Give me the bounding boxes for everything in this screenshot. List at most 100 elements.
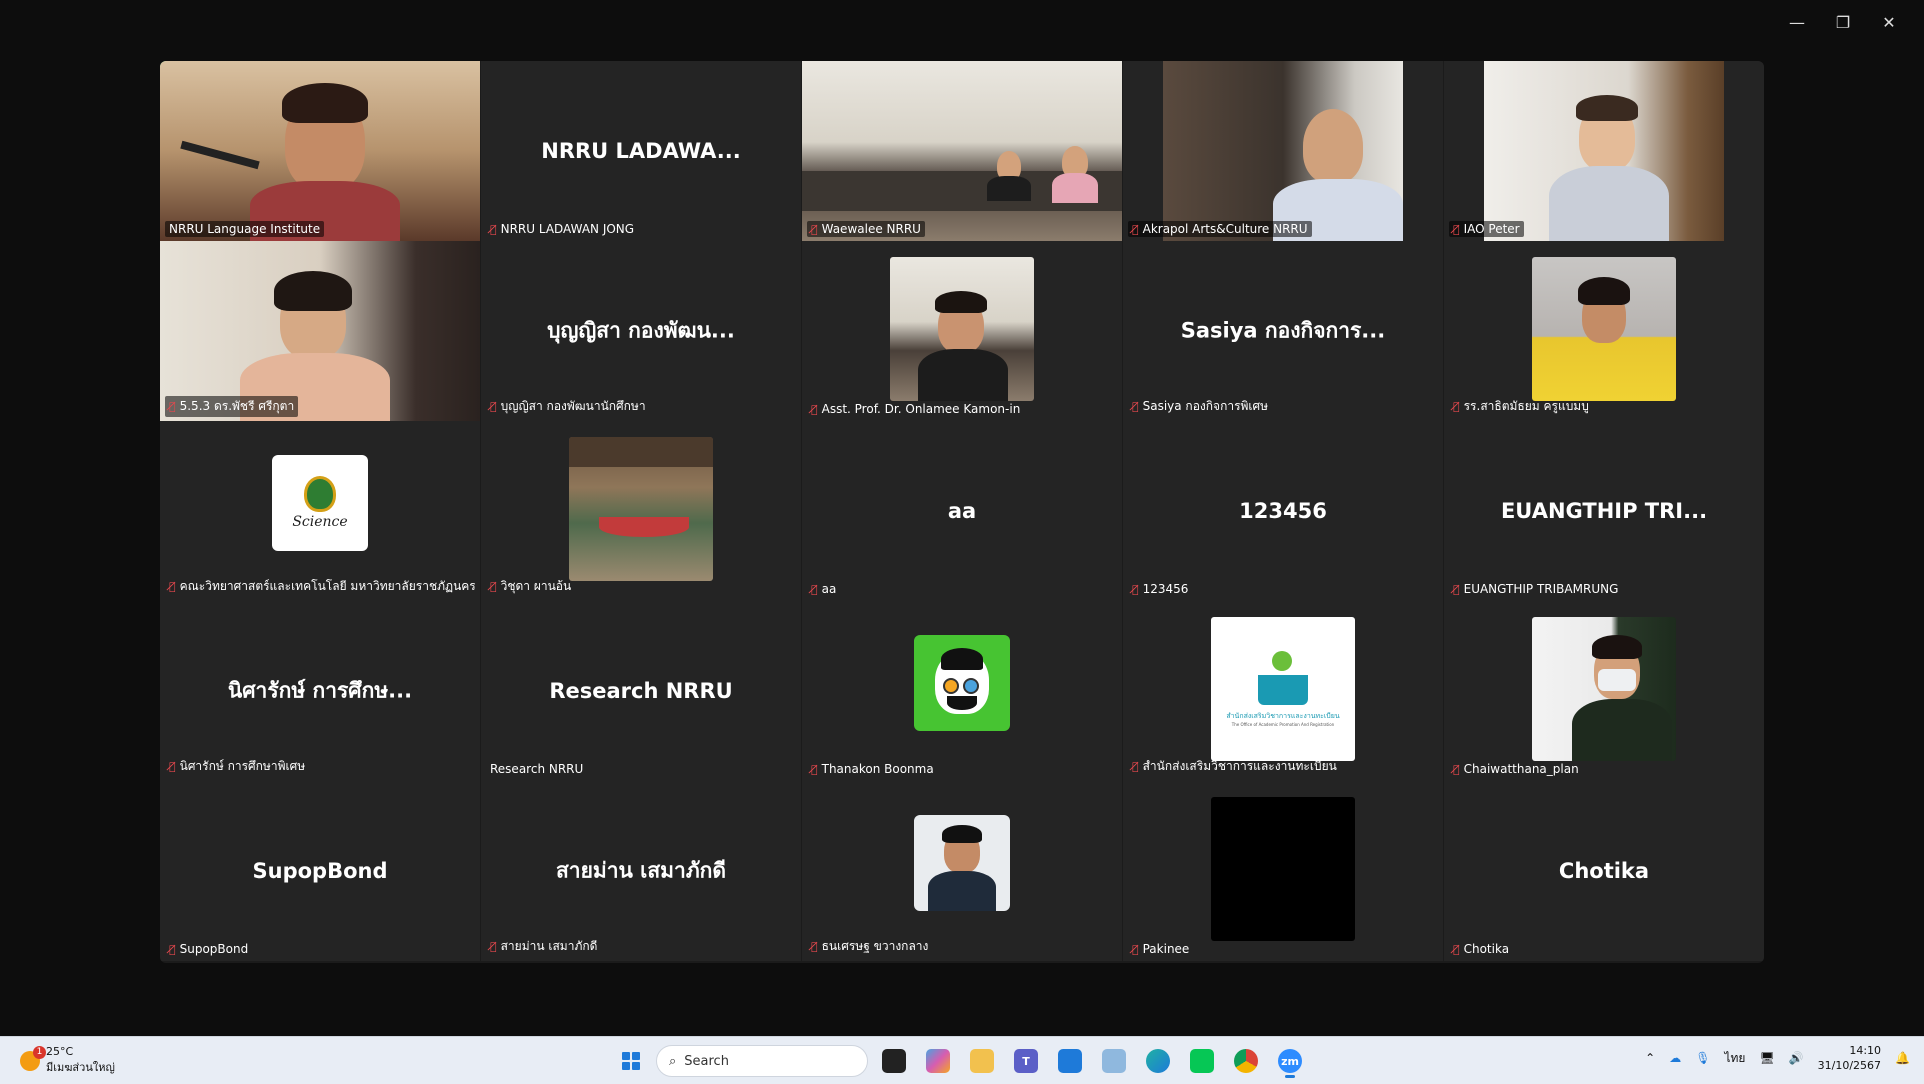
mic-muted-icon: 🎙̸ <box>1453 400 1460 413</box>
participant-display-name: EUANGTHIP TRI... <box>1500 499 1708 523</box>
mic-muted-icon: 🎙̸ <box>1453 942 1460 956</box>
participant-tile[interactable]: 🎙̸ Thanakon Boonma <box>802 601 1122 781</box>
participant-display-name: สายม่าน เสมาภักดี <box>555 858 727 883</box>
chevron-up-icon[interactable]: ⌃ <box>1645 1051 1655 1065</box>
task-view-icon <box>882 1049 906 1073</box>
window-controls: — ❐ ✕ <box>1774 10 1912 34</box>
participant-tile[interactable]: Chotika 🎙̸ Chotika <box>1444 781 1764 961</box>
mic-muted-icon: 🎙̸ <box>1132 942 1139 956</box>
participant-tile[interactable]: Research NRRU Research NRRU <box>481 601 801 781</box>
participant-name: 🎙̸ Akrapol Arts&Culture NRRU <box>1128 221 1312 237</box>
participant-display-name: SupopBond <box>252 859 388 883</box>
participant-tile[interactable]: 🎙̸ Pakinee <box>1123 781 1443 961</box>
language-indicator[interactable]: ไทย <box>1724 1049 1745 1068</box>
chrome-button[interactable] <box>1228 1043 1264 1079</box>
participant-tile[interactable]: 🎙̸ รร.สาธิตมัธยม ครูแบมบู <box>1444 241 1764 421</box>
cloud-icon[interactable]: ☁ <box>1669 1051 1681 1065</box>
participant-name: 🎙̸ NRRU LADAWAN JONG <box>490 222 635 236</box>
participant-video <box>802 61 1122 241</box>
network-icon[interactable]: 🖥 <box>1759 1051 1774 1065</box>
participant-tile[interactable]: 123456 🎙̸ 123456 <box>1123 421 1443 601</box>
system-tray: ⌃ ☁ 🎙 ไทย 🖥 🔊 14:10 31/10/2567 🔔 <box>1645 1043 1910 1073</box>
line-button[interactable] <box>1184 1043 1220 1079</box>
mic-muted-icon: 🎙̸ <box>811 222 818 236</box>
participant-name: 🎙̸ บุญญิสา กองพัฒนานักศึกษา <box>490 399 646 413</box>
taskbar-apps: ⌕ Search T zm <box>614 1043 1308 1079</box>
participant-display-name: บุญญิสา กองพัฒน... <box>547 318 735 343</box>
mic-muted-icon: 🎙̸ <box>1132 222 1139 236</box>
mic-muted-icon: 🎙̸ <box>1453 582 1460 596</box>
participant-tile[interactable]: 🎙̸ วิชุดา ผานอ้น <box>481 421 801 601</box>
mic-muted-icon: 🎙̸ <box>490 222 497 236</box>
faculty-logo: Science <box>272 455 368 551</box>
participant-name: 🎙̸ Sasiya กองกิจการพิเศษ <box>1132 399 1269 413</box>
participant-tile[interactable]: EUANGTHIP TRI... 🎙̸ EUANGTHIP TRIBAMRUNG <box>1444 421 1764 601</box>
copilot-button[interactable] <box>920 1043 956 1079</box>
close-button[interactable]: ✕ <box>1866 10 1912 34</box>
participant-tile[interactable]: 🎙̸ Chaiwatthana_plan <box>1444 601 1764 781</box>
restore-button[interactable]: ❐ <box>1820 10 1866 34</box>
participant-name: 🎙̸ Chotika <box>1453 942 1510 956</box>
mic-muted-icon: 🎙̸ <box>1132 400 1139 413</box>
teams-button[interactable]: T <box>1008 1043 1044 1079</box>
participant-name: 🎙̸ สายม่าน เสมาภักดี <box>490 939 598 953</box>
mic-muted-icon: 🎙̸ <box>169 760 176 773</box>
file-explorer-button[interactable] <box>964 1043 1000 1079</box>
participant-display-name: Research NRRU <box>549 679 733 703</box>
start-button[interactable] <box>614 1044 648 1078</box>
minimize-button[interactable]: — <box>1774 10 1820 34</box>
participant-tile[interactable]: 🎙̸ IAO Peter <box>1444 61 1764 241</box>
participant-name: 🎙̸ ธนเศรษฐ ขวางกลาง <box>811 939 929 953</box>
participant-display-name: aa <box>947 499 977 523</box>
participant-name: 🎙̸ Asst. Prof. Dr. Onlamee Kamon-in <box>811 402 1021 416</box>
mic-muted-icon: 🎙̸ <box>811 402 818 416</box>
weather-widget[interactable]: 1 25°C มีเมฆส่วนใหญ่ <box>20 1045 115 1076</box>
seal-icon <box>304 476 336 512</box>
search-box[interactable]: ⌕ Search <box>656 1045 868 1077</box>
participant-tile[interactable]: Science 🎙̸ คณะวิทยาศาสตร์และเทคโนโลยี มหา… <box>160 421 480 601</box>
task-view-button[interactable] <box>876 1043 912 1079</box>
participant-tile[interactable]: 🎙̸ 5.5.3 ดร.พัชรี ศรีกุตา <box>160 241 480 421</box>
volume-icon[interactable]: 🔊 <box>1789 1051 1804 1065</box>
participant-tile[interactable]: 🎙̸ Akrapol Arts&Culture NRRU <box>1123 61 1443 241</box>
participant-name: 🎙̸ คณะวิทยาศาสตร์และเทคโนโลยี มหาวิทยาลัย… <box>169 579 475 593</box>
participant-tile[interactable]: NRRU LADAWA... 🎙̸ NRRU LADAWAN JONG <box>481 61 801 241</box>
gallery-grid: NRRU Language Institute NRRU LADAWA... 🎙… <box>160 61 1764 963</box>
clock[interactable]: 14:10 31/10/2567 <box>1818 1043 1881 1073</box>
participant-tile[interactable]: aa 🎙̸ aa <box>802 421 1122 601</box>
participant-tile[interactable]: นิศารักษ์ การศึกษ... 🎙̸ นิศารักษ์ การศึกษ… <box>160 601 480 781</box>
participant-tile[interactable]: สายม่าน เสมาภักดี 🎙̸ สายม่าน เสมาภักดี <box>481 781 801 961</box>
participant-tile[interactable]: Sasiya กองกิจการ... 🎙̸ Sasiya กองกิจการพิ… <box>1123 241 1443 421</box>
store-button[interactable] <box>1052 1043 1088 1079</box>
line-icon <box>1190 1049 1214 1073</box>
participant-name: 🎙̸ EUANGTHIP TRIBAMRUNG <box>1453 582 1619 596</box>
participant-name: 🎙̸ 5.5.3 ดร.พัชรี ศรีกุตา <box>165 396 299 417</box>
store-icon <box>1058 1049 1082 1073</box>
microphone-icon[interactable]: 🎙 <box>1695 1051 1710 1065</box>
participant-tile[interactable]: 🎙̸ Waewalee NRRU <box>802 61 1122 241</box>
participant-tile[interactable]: SupopBond 🎙̸ SupopBond <box>160 781 480 961</box>
participant-name: NRRU Language Institute <box>165 221 325 237</box>
participant-name: 🎙̸ รร.สาธิตมัธยม ครูแบมบู <box>1453 399 1589 413</box>
zoom-button[interactable]: zm <box>1272 1043 1308 1079</box>
participant-tile[interactable]: 🎙̸ ธนเศรษฐ ขวางกลาง <box>802 781 1122 961</box>
participant-display-name: 123456 <box>1239 499 1327 523</box>
participant-tile[interactable]: สำนักส่งเสริมวิชาการและงานทะเบียน The Of… <box>1123 601 1443 781</box>
mic-muted-icon: 🎙̸ <box>490 940 497 953</box>
mic-muted-icon: 🎙̸ <box>1453 762 1460 776</box>
participant-display-name: NRRU LADAWA... <box>541 139 741 163</box>
mic-muted-icon: 🎙̸ <box>490 400 497 413</box>
participant-name: Research NRRU <box>490 762 584 776</box>
notification-bell-icon[interactable]: 🔔 <box>1895 1051 1910 1065</box>
participant-video <box>890 257 1034 401</box>
mic-muted-icon: 🎙̸ <box>1453 222 1460 236</box>
photos-button[interactable] <box>1096 1043 1132 1079</box>
participant-name: 🎙̸ Thanakon Boonma <box>811 762 934 776</box>
edge-button[interactable] <box>1140 1043 1176 1079</box>
participant-display-name: Chotika <box>1558 859 1650 883</box>
participant-tile[interactable]: 🎙̸ Asst. Prof. Dr. Onlamee Kamon-in <box>802 241 1122 421</box>
participant-tile[interactable]: บุญญิสา กองพัฒน... 🎙̸ บุญญิสา กองพัฒนานัก… <box>481 241 801 421</box>
participant-name: 🎙̸ Waewalee NRRU <box>807 221 925 237</box>
participant-display-name: Sasiya กองกิจการ... <box>1180 318 1386 343</box>
participant-tile[interactable]: NRRU Language Institute <box>160 61 480 241</box>
